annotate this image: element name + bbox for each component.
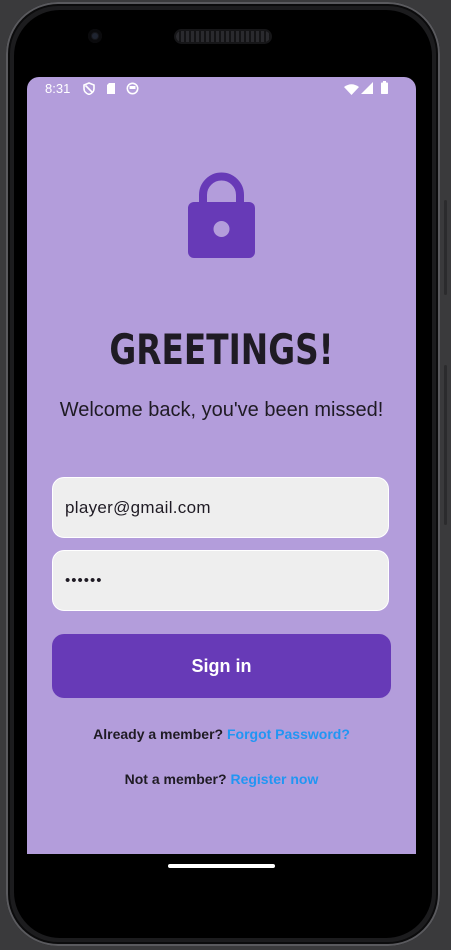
home-gesture-handle[interactable] <box>168 864 275 868</box>
email-field[interactable]: player@gmail.com <box>52 477 389 538</box>
forgot-password-row: Already a member? Forgot Password? <box>27 726 416 742</box>
signal-icon <box>361 82 373 97</box>
notification-icon <box>126 82 139 98</box>
page-title: GREETINGS! <box>109 325 334 374</box>
earpiece-speaker <box>176 31 270 42</box>
password-field[interactable]: •••••• <box>52 550 389 611</box>
front-camera <box>88 29 102 43</box>
register-prefix: Not a member? <box>124 771 227 787</box>
battery-icon <box>381 81 388 97</box>
status-time: 8:31 <box>45 81 71 96</box>
email-value: player@gmail.com <box>65 497 211 517</box>
power-button <box>444 200 447 295</box>
password-value: •••••• <box>65 572 103 589</box>
wifi-icon <box>344 83 359 98</box>
register-link[interactable]: Register now <box>230 771 318 787</box>
app-screen: 8:31 GREETINGS! Welcome back, you've bee… <box>27 77 416 854</box>
sign-in-button[interactable]: Sign in <box>52 634 391 698</box>
page-subtitle: Welcome back, you've been missed! <box>59 399 384 421</box>
navigation-bar <box>27 854 416 894</box>
volume-button <box>444 365 447 525</box>
forgot-prefix: Already a member? <box>93 726 224 742</box>
sd-card-icon <box>106 82 116 98</box>
shield-icon <box>83 82 95 98</box>
lock-icon <box>188 171 255 264</box>
register-row: Not a member? Register now <box>27 771 416 787</box>
forgot-password-link[interactable]: Forgot Password? <box>227 726 350 742</box>
status-bar: 8:31 <box>27 77 416 101</box>
